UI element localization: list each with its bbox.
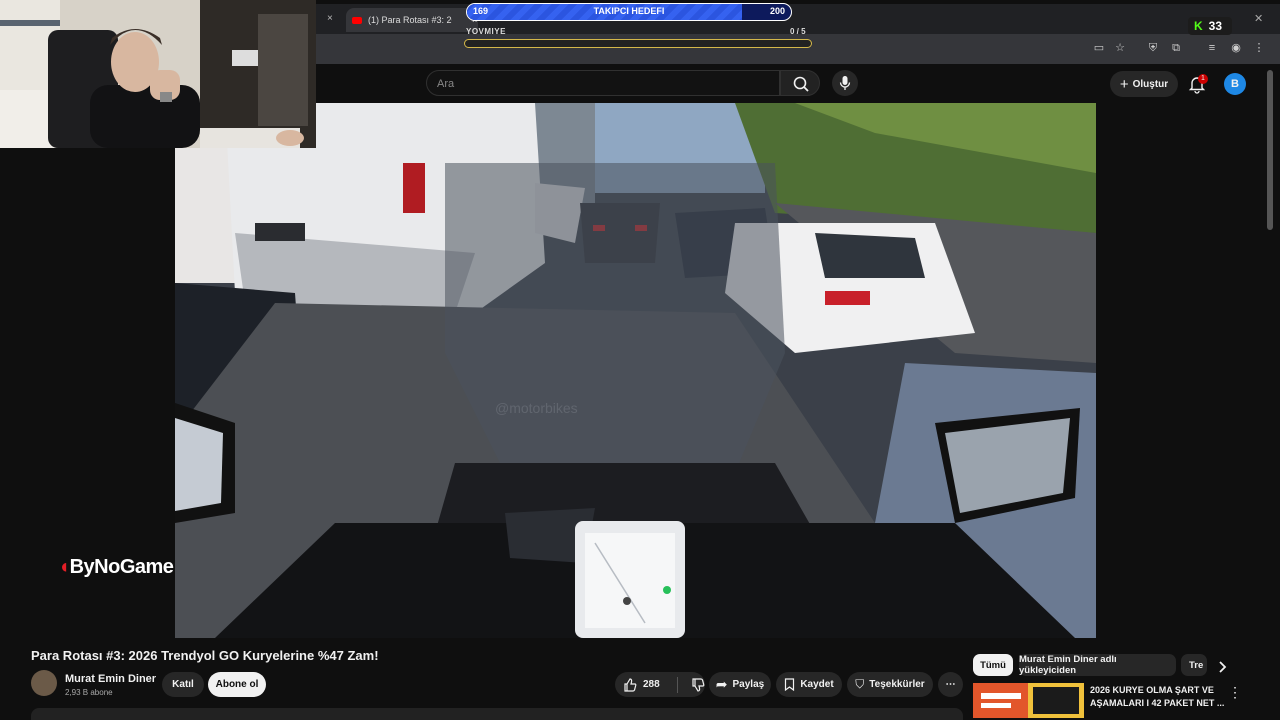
- kick-logo-icon: K: [1194, 19, 1203, 33]
- daily-goal-label: YOVMIYE: [466, 27, 506, 36]
- video-player[interactable]: @motorbikes: [175, 103, 1096, 638]
- dislike-button[interactable]: [691, 677, 705, 692]
- recommended-menu-icon[interactable]: ⋮: [1228, 684, 1242, 701]
- like-divider: [676, 676, 678, 693]
- video-frame: @motorbikes: [175, 103, 1096, 638]
- cast-icon[interactable]: ▭: [1093, 42, 1105, 54]
- shield-extension-icon[interactable]: ⛨: [1147, 42, 1159, 54]
- thumbs-up-icon: [624, 677, 637, 692]
- notification-count-badge: 1: [1198, 74, 1208, 84]
- extensions-icon[interactable]: ⧉: [1170, 42, 1182, 54]
- create-label: Oluştur: [1132, 78, 1169, 90]
- super-thanks-icon: ⛉: [855, 677, 865, 691]
- webcam-overlay: [0, 0, 316, 148]
- goal-target: 200: [769, 6, 785, 16]
- follower-goal-bar: 169 TAKIPCI HEDEFI 200: [466, 3, 792, 21]
- search-button[interactable]: [780, 70, 820, 96]
- recommended-title[interactable]: 2026 KURYE OLMA ŞART VE AŞAMALARI I 42 P…: [1090, 684, 1230, 710]
- like-dislike-group: 288: [615, 672, 705, 697]
- join-button[interactable]: Katıl: [162, 672, 204, 697]
- share-button[interactable]: ➦ Paylaş: [709, 672, 771, 697]
- description-box[interactable]: [31, 708, 963, 720]
- search-input[interactable]: Ara: [426, 70, 780, 96]
- kick-viewer-count: 33: [1208, 19, 1223, 33]
- subscriber-count: 2,93 B abone: [65, 688, 113, 697]
- recommended-thumbnail[interactable]: [973, 683, 1084, 718]
- profile-icon[interactable]: ◉: [1230, 42, 1242, 54]
- browser-tab-active[interactable]: (1) Para Rotası #3: 2026 Tre ×: [346, 8, 478, 32]
- kick-viewer-badge: K 33: [1188, 17, 1232, 35]
- more-icon: ⋯: [945, 679, 956, 690]
- voice-search-button[interactable]: [832, 70, 858, 96]
- browser-menu-icon[interactable]: ⋮: [1253, 42, 1265, 54]
- page-scrollbar[interactable]: [1267, 70, 1273, 230]
- create-button[interactable]: + Oluştur: [1110, 71, 1178, 97]
- subscribe-label: Abone ol: [215, 679, 259, 690]
- tab-close-icon[interactable]: ×: [327, 13, 333, 24]
- chip-label: Murat Emin Diner adlı yükleyiciden: [1019, 654, 1117, 676]
- save-label: Kaydet: [800, 679, 834, 690]
- watermark-text: ByNoGame: [69, 556, 174, 578]
- bookmark-icon: [785, 678, 795, 691]
- share-label: Paylaş: [732, 679, 765, 690]
- svg-text:@motorbikes: @motorbikes: [495, 400, 578, 416]
- daily-goal-count: 0 / 5: [790, 27, 806, 36]
- chip-truncated[interactable]: Tre: [1181, 654, 1207, 676]
- subscribe-button[interactable]: Abone ol: [208, 672, 266, 697]
- bynogame-logo-icon: ◖: [58, 556, 70, 578]
- join-label: Katıl: [172, 679, 194, 690]
- chip-label: Tre: [1189, 659, 1204, 671]
- chip-label: Tümü: [980, 659, 1006, 671]
- microphone-icon: [839, 76, 851, 90]
- tab-title: (1) Para Rotası #3: 2026 Tre: [368, 15, 452, 25]
- channel-name[interactable]: Murat Emin Diner: [65, 673, 156, 685]
- plus-icon: +: [1119, 75, 1129, 93]
- chip-uploader[interactable]: Murat Emin Diner adlı yükleyiciden: [1019, 654, 1176, 676]
- window-close-icon[interactable]: ✕: [1254, 12, 1263, 25]
- account-avatar[interactable]: B: [1224, 73, 1246, 95]
- save-button[interactable]: Kaydet: [776, 672, 842, 697]
- more-actions-button[interactable]: ⋯: [938, 672, 963, 697]
- thumbs-down-icon: [692, 677, 705, 692]
- chip-all[interactable]: Tümü: [973, 654, 1013, 676]
- thanks-label: Teşekkürler: [869, 679, 925, 690]
- thanks-button[interactable]: ⛉ Teşekkürler: [847, 672, 933, 697]
- like-count: 288: [643, 679, 660, 690]
- chevron-right-icon[interactable]: [1214, 659, 1230, 675]
- media-control-icon[interactable]: ≡: [1206, 42, 1218, 54]
- video-title: Para Rotası #3: 2026 Trendyol GO Kuryele…: [31, 648, 379, 663]
- channel-avatar[interactable]: [31, 670, 57, 696]
- youtube-favicon-icon: [352, 16, 362, 24]
- bookmark-star-icon[interactable]: ☆: [1114, 42, 1126, 54]
- webcam-frame: [0, 0, 316, 148]
- daily-goal-bar: [464, 39, 812, 48]
- search-icon: [793, 76, 809, 92]
- bynogame-watermark: ◖ByNoGame: [58, 556, 174, 579]
- goal-label: TAKIPCI HEDEFI: [593, 6, 665, 16]
- share-icon: ➦: [715, 676, 728, 692]
- like-button[interactable]: 288: [623, 677, 660, 692]
